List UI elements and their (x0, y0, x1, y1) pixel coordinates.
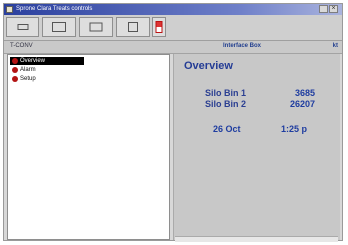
toolbar (4, 15, 342, 41)
nav-item-label: Overview (20, 58, 46, 64)
overview-panel: Overview Silo Bin 1 3685 Silo Bin 2 2620… (173, 54, 340, 240)
app-icon (6, 6, 13, 13)
toolbar-button-2[interactable] (42, 17, 76, 37)
overview-title: Overview (184, 60, 233, 72)
app-window: Sprone Clara Treats controls × T-CONV In… (3, 3, 343, 242)
window-icon (52, 22, 66, 32)
toolbar-button-5[interactable] (152, 17, 166, 37)
close-button[interactable]: × (329, 5, 338, 13)
date-value: 26 Oct (213, 124, 241, 134)
toolbar-button-1[interactable] (6, 17, 39, 37)
silo-bin-1-label: Silo Bin 1 (205, 88, 247, 98)
silo-bin-1-value: 3685 (295, 88, 316, 98)
toolbar-button-4[interactable] (116, 17, 150, 37)
window-icon (17, 24, 28, 30)
silo-bin-2-value: 26207 (290, 99, 316, 109)
nav-item-alarm[interactable]: Alarm (10, 66, 84, 74)
nav-item-overview[interactable]: Overview (10, 57, 84, 65)
toolbar-button-3[interactable] (79, 17, 113, 37)
header-left-label: T-CONV (10, 43, 33, 49)
silo-bin-2-label: Silo Bin 2 (205, 99, 247, 109)
window-title: Sprone Clara Treats controls (16, 6, 93, 12)
nav-item-setup[interactable]: Setup (10, 75, 84, 83)
time-value: 1:25 p (281, 124, 308, 134)
minimize-button[interactable] (319, 5, 328, 13)
flag-icon (155, 21, 163, 33)
red-dot-icon (12, 58, 18, 64)
title-bar: Sprone Clara Treats controls × (4, 4, 342, 15)
nav-item-label: Setup (20, 76, 36, 82)
image-icon (128, 22, 138, 32)
red-dot-icon (12, 67, 18, 73)
header-right-label: kt (332, 43, 338, 49)
document-icon (89, 22, 103, 32)
header-bar: T-CONV Interface Box kt (4, 41, 342, 54)
header-title: Interface Box (223, 43, 262, 49)
navigation-tree: Overview Alarm Setup (7, 54, 170, 240)
status-strip (175, 236, 338, 242)
nav-item-label: Alarm (20, 67, 36, 73)
red-dot-icon (12, 76, 18, 82)
